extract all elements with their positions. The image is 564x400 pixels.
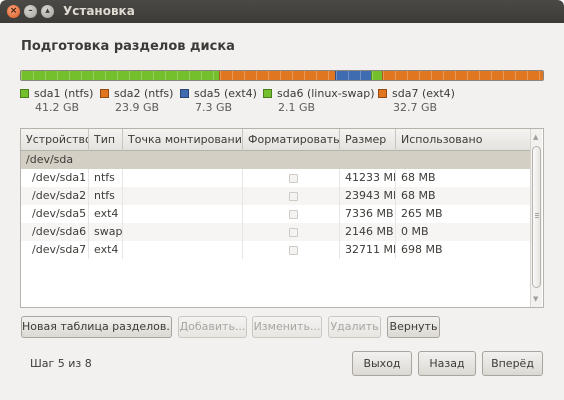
legend-size: 7.3 GB <box>195 101 233 114</box>
legend-label: sda7 (ext4) <box>392 87 455 100</box>
cell-mount <box>123 169 243 187</box>
new-partition-table-button[interactable]: Новая таблица разделов... <box>21 316 172 338</box>
partition-legend: sda1 (ntfs) 41.2 GB sda2 (ntfs) 23.9 GB … <box>20 87 550 114</box>
format-checkbox[interactable] <box>289 227 298 237</box>
legend-label: sda6 (linux-swap) <box>277 87 375 100</box>
format-checkbox[interactable] <box>289 209 298 219</box>
cell-mount <box>123 223 243 241</box>
scroll-down-icon[interactable]: ▼ <box>533 295 538 303</box>
format-checkbox[interactable] <box>289 191 298 201</box>
table-row[interactable]: /dev/sda1 ntfs 41233 MB 68 MB <box>21 169 531 187</box>
table-row[interactable]: /dev/sda6 swap 2146 MB 0 MB <box>21 223 531 241</box>
forward-button[interactable]: Вперёд <box>482 351 543 376</box>
column-header-type[interactable]: Тип <box>89 129 123 151</box>
cell-format <box>243 187 340 205</box>
cell-type: ntfs <box>89 169 123 187</box>
cell-size: 2146 MB <box>340 223 396 241</box>
cell-used: 68 MB <box>396 187 531 205</box>
cell-format <box>243 169 340 187</box>
legend-size: 32.7 GB <box>393 101 438 114</box>
column-header-mount[interactable]: Точка монтирования <box>123 129 243 151</box>
cell-size: 7336 MB <box>340 205 396 223</box>
table-header: Устройство Тип Точка монтирования Формат… <box>21 129 531 151</box>
cell-size: 41233 MB <box>340 169 396 187</box>
table-row[interactable]: /dev/sda7 ext4 32711 MB 698 MB <box>21 241 531 259</box>
cell-type: swap <box>89 223 123 241</box>
cell-mount <box>123 187 243 205</box>
partition-segment-sda2 <box>219 71 335 80</box>
legend-label: sda2 (ntfs) <box>114 87 174 100</box>
cell-size: 23943 MB <box>340 187 396 205</box>
scrollbar-thumb[interactable] <box>532 146 541 288</box>
cell-device: /dev/sda2 <box>21 187 89 205</box>
grip-icon <box>535 213 539 219</box>
cell-type: ext4 <box>89 205 123 223</box>
cell-used: 265 MB <box>396 205 531 223</box>
window-title: Установка <box>63 4 135 18</box>
change-button[interactable]: Изменить... <box>252 316 322 338</box>
cell-device: /dev/sda6 <box>21 223 89 241</box>
legend-size: 23.9 GB <box>115 101 160 114</box>
maximize-icon[interactable]: ▴ <box>41 5 54 18</box>
cell-type: ntfs <box>89 187 123 205</box>
legend-item-sda1: sda1 (ntfs) 41.2 GB <box>20 87 93 114</box>
table-body: /dev/sda /dev/sda1 ntfs 41233 MB 68 MB /… <box>21 151 531 259</box>
minimize-icon[interactable]: – <box>24 5 37 18</box>
cell-device: /dev/sda7 <box>21 241 89 259</box>
page-title: Подготовка разделов диска <box>21 39 235 54</box>
cell-mount <box>123 205 243 223</box>
table-scrollbar[interactable]: ▲ ▼ <box>530 129 542 307</box>
cell-device: /dev/sda1 <box>21 169 89 187</box>
revert-button[interactable]: Вернуть <box>387 316 440 338</box>
legend-label: sda1 (ntfs) <box>34 87 94 100</box>
close-icon[interactable]: × <box>7 5 20 18</box>
legend-swatch <box>20 89 29 98</box>
cell-used: 698 MB <box>396 241 531 259</box>
partition-bar <box>20 70 544 81</box>
legend-swatch <box>378 89 387 98</box>
cell-size: 32711 MB <box>340 241 396 259</box>
legend-size: 2.1 GB <box>278 101 316 114</box>
scroll-up-icon[interactable]: ▲ <box>533 133 538 141</box>
legend-item-sda5: sda5 (ext4) 7.3 GB <box>180 87 257 114</box>
legend-swatch <box>180 89 189 98</box>
legend-swatch <box>263 89 272 98</box>
column-header-size[interactable]: Размер <box>340 129 396 151</box>
legend-label: sda5 (ext4) <box>194 87 257 100</box>
cell-format <box>243 223 340 241</box>
format-checkbox[interactable] <box>289 173 298 183</box>
title-bar: × – ▴ Установка <box>0 0 564 23</box>
cell-mount <box>123 241 243 259</box>
legend-item-sda6: sda6 (linux-swap) 2.1 GB <box>263 87 375 114</box>
cell-device: /dev/sda5 <box>21 205 89 223</box>
cell-format <box>243 241 340 259</box>
step-indicator: Шаг 5 из 8 <box>30 357 92 370</box>
table-row-group[interactable]: /dev/sda <box>21 151 531 169</box>
column-header-used[interactable]: Использовано <box>396 129 531 151</box>
legend-item-sda7: sda7 (ext4) 32.7 GB <box>378 87 455 114</box>
table-row[interactable]: /dev/sda2 ntfs 23943 MB 68 MB <box>21 187 531 205</box>
cell-format <box>243 205 340 223</box>
group-label: /dev/sda <box>26 153 74 166</box>
partition-segment-sda6 <box>371 71 383 80</box>
add-button[interactable]: Добавить... <box>178 316 247 338</box>
partition-segment-sda7 <box>382 71 543 80</box>
column-header-device[interactable]: Устройство <box>21 129 89 151</box>
delete-button[interactable]: Удалить <box>328 316 381 338</box>
partition-segment-sda5 <box>334 71 372 80</box>
legend-size: 41.2 GB <box>35 101 80 114</box>
cell-type: ext4 <box>89 241 123 259</box>
format-checkbox[interactable] <box>289 245 298 255</box>
installer-window: × – ▴ Установка Подготовка разделов диск… <box>0 0 564 400</box>
legend-item-sda2: sda2 (ntfs) 23.9 GB <box>100 87 173 114</box>
legend-swatch <box>100 89 109 98</box>
table-row[interactable]: /dev/sda5 ext4 7336 MB 265 MB <box>21 205 531 223</box>
cell-used: 0 MB <box>396 223 531 241</box>
back-button[interactable]: Назад <box>418 351 476 376</box>
partition-table: Устройство Тип Точка монтирования Формат… <box>20 128 544 308</box>
quit-button[interactable]: Выход <box>352 351 412 376</box>
column-header-format[interactable]: Форматировать? <box>243 129 340 151</box>
partition-segment-sda1 <box>21 71 220 80</box>
cell-used: 68 MB <box>396 169 531 187</box>
